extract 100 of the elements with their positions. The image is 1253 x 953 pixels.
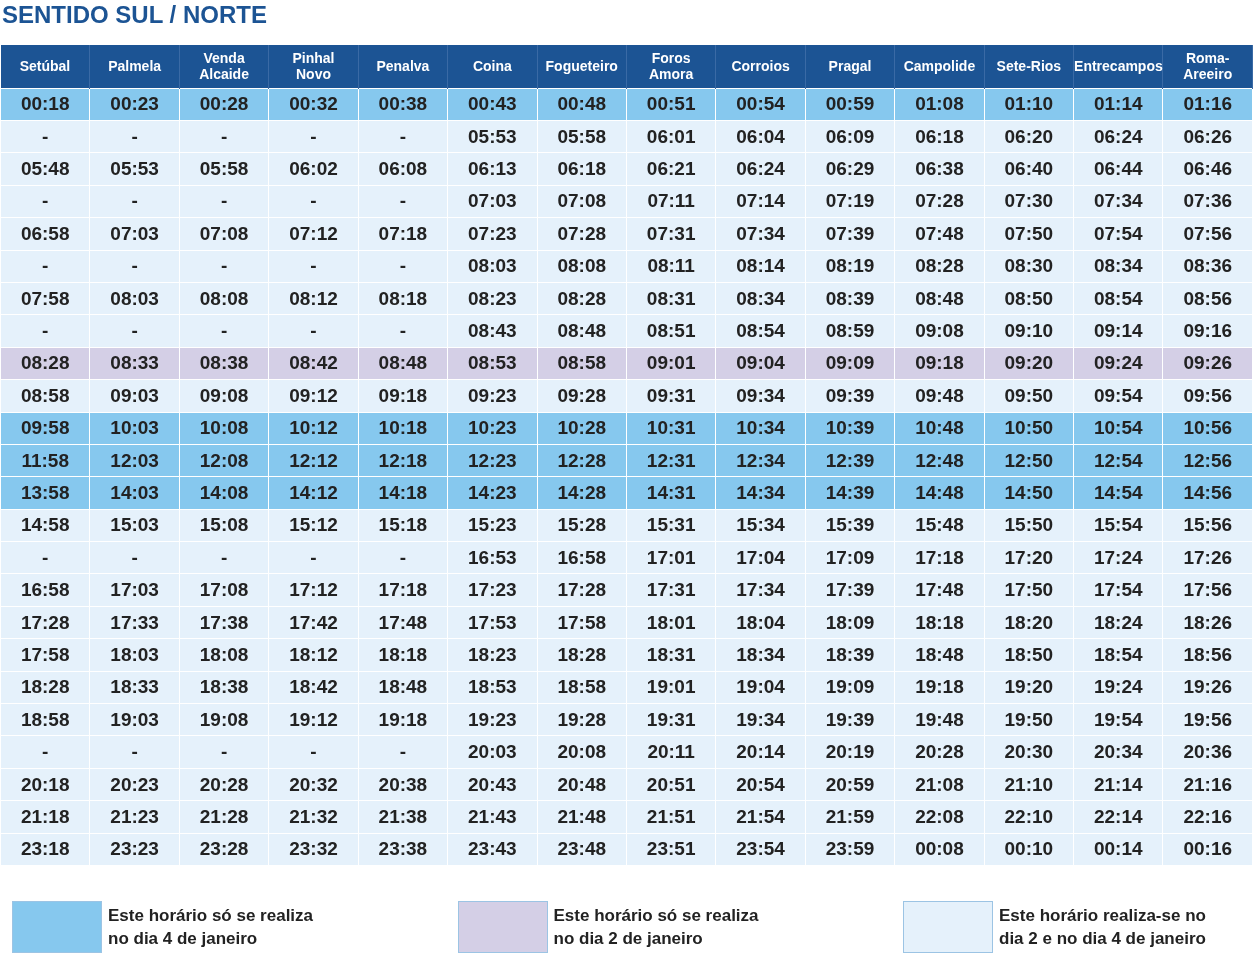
table-cell: 17:53 (447, 606, 538, 639)
table-cell: 06:38 (894, 152, 985, 186)
table-cell: 01:16 (1163, 88, 1253, 121)
table-cell: 10:12 (268, 412, 359, 445)
table-cell: 10:48 (894, 412, 985, 445)
table-cell: 18:33 (89, 671, 180, 704)
table-cell: 09:23 (447, 379, 538, 413)
table-cell: 18:09 (805, 606, 895, 639)
table-cell: 17:18 (894, 541, 985, 574)
table-cell: 18:26 (1163, 606, 1253, 639)
table-cell: 09:28 (537, 379, 627, 413)
table-cell: 15:56 (1163, 509, 1253, 542)
table-cell: - (358, 250, 448, 283)
table-cell: 09:04 (715, 347, 806, 380)
table-cell: 14:34 (715, 476, 806, 510)
table-cell: - (89, 250, 180, 283)
column-header: Fogueteiro (537, 44, 627, 89)
table-cell: 07:18 (358, 217, 448, 251)
column-header: Sete-Rios (984, 44, 1074, 89)
table-cell: 21:08 (894, 768, 985, 801)
table-cell: 14:39 (805, 476, 895, 510)
table-cell: - (268, 185, 359, 218)
table-cell: - (0, 185, 90, 218)
column-header: Penalva (358, 44, 448, 89)
table-cell: 20:08 (537, 735, 627, 769)
table-cell: 18:31 (626, 638, 716, 672)
table-cell: 08:11 (626, 250, 716, 283)
table-cell: 18:12 (268, 638, 359, 672)
table-cell: 08:30 (984, 250, 1074, 283)
table-cell: - (0, 735, 90, 769)
legend-text: Este horário só se realiza no dia 4 de janeiro (108, 905, 314, 950)
table-cell: 08:36 (1163, 250, 1253, 283)
table-cell: 01:10 (984, 88, 1074, 121)
table-cell: 21:54 (715, 800, 806, 834)
table-cell: 21:48 (537, 800, 627, 834)
table-cell: 17:20 (984, 541, 1074, 574)
table-cell: 00:14 (1073, 833, 1163, 866)
table-cell: 00:38 (358, 88, 448, 121)
table-cell: 20:03 (447, 735, 538, 769)
table-cell: 21:18 (0, 800, 90, 834)
table-cell: 12:54 (1073, 444, 1163, 477)
table-cell: 08:03 (89, 282, 180, 315)
table-cell: 07:14 (715, 185, 806, 218)
table-cell: 23:51 (626, 833, 716, 866)
table-cell: 18:23 (447, 638, 538, 672)
table-cell: 16:58 (537, 541, 627, 574)
table-cell: 18:56 (1163, 638, 1253, 672)
table-cell: - (89, 185, 180, 218)
table-cell: 18:48 (358, 671, 448, 704)
table-cell: 07:28 (894, 185, 985, 218)
table-cell: 14:18 (358, 476, 448, 510)
table-cell: 17:33 (89, 606, 180, 639)
table-cell: 08:58 (0, 379, 90, 413)
table-cell: 07:54 (1073, 217, 1163, 251)
table-cell: 00:43 (447, 88, 538, 121)
table-cell: 22:16 (1163, 800, 1253, 834)
table-cell: 21:23 (89, 800, 180, 834)
table-cell: 06:46 (1163, 152, 1253, 186)
table-cell: 09:03 (89, 379, 180, 413)
column-header: Campolide (894, 44, 985, 89)
table-cell: 08:58 (537, 347, 627, 380)
table-cell: 20:34 (1073, 735, 1163, 769)
table-cell: - (358, 541, 448, 574)
table-cell: - (179, 250, 269, 283)
table-cell: 00:54 (715, 88, 806, 121)
table-cell: 19:12 (268, 703, 359, 736)
table-cell: 18:50 (984, 638, 1074, 672)
table-cell: 12:12 (268, 444, 359, 477)
table-cell: 17:26 (1163, 541, 1253, 574)
table-cell: 00:23 (89, 88, 180, 121)
table-cell: 21:28 (179, 800, 269, 834)
table-cell: 12:31 (626, 444, 716, 477)
table-cell: 08:38 (179, 347, 269, 380)
table-cell: 06:29 (805, 152, 895, 186)
legend-text: Este horário só se realiza no dia 2 de janeiro (553, 905, 759, 950)
table-cell: 12:34 (715, 444, 806, 477)
table-cell: 07:23 (447, 217, 538, 251)
table-cell: 23:28 (179, 833, 269, 866)
table-cell: 19:34 (715, 703, 806, 736)
table-cell: 23:32 (268, 833, 359, 866)
table-cell: 18:28 (0, 671, 90, 704)
table-cell: 06:20 (984, 120, 1074, 153)
column-header: Palmela (89, 44, 180, 89)
table-cell: - (179, 120, 269, 153)
table-cell: 18:54 (1073, 638, 1163, 672)
column-header: Venda Alcaide (179, 44, 269, 89)
table-cell: 17:54 (1073, 574, 1163, 607)
table-cell: 17:31 (626, 574, 716, 607)
table-cell: 21:38 (358, 800, 448, 834)
table-cell: 17:03 (89, 574, 180, 607)
table-cell: 23:18 (0, 833, 90, 866)
table-cell: - (0, 120, 90, 153)
table-cell: 08:28 (894, 250, 985, 283)
table-cell: 15:50 (984, 509, 1074, 542)
table-cell: - (179, 185, 269, 218)
table-cell: 09:54 (1073, 379, 1163, 413)
column-header: Corroios (715, 44, 806, 89)
table-cell: 07:08 (537, 185, 627, 218)
table-cell: 08:03 (447, 250, 538, 283)
table-cell: 09:24 (1073, 347, 1163, 380)
